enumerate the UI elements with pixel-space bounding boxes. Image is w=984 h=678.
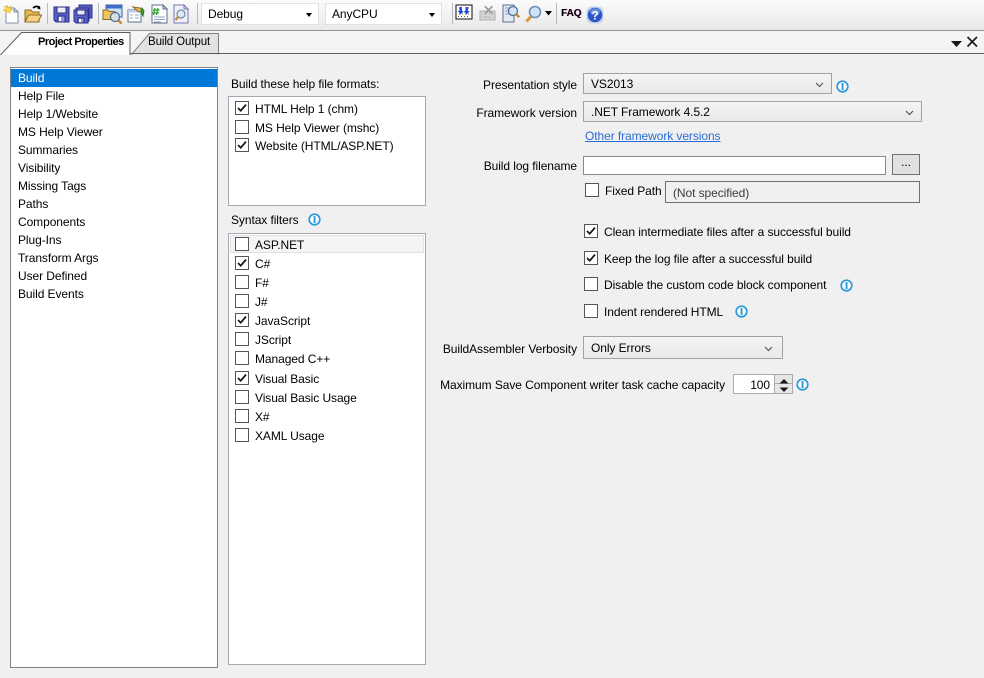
- svg-text:?: ?: [591, 9, 598, 23]
